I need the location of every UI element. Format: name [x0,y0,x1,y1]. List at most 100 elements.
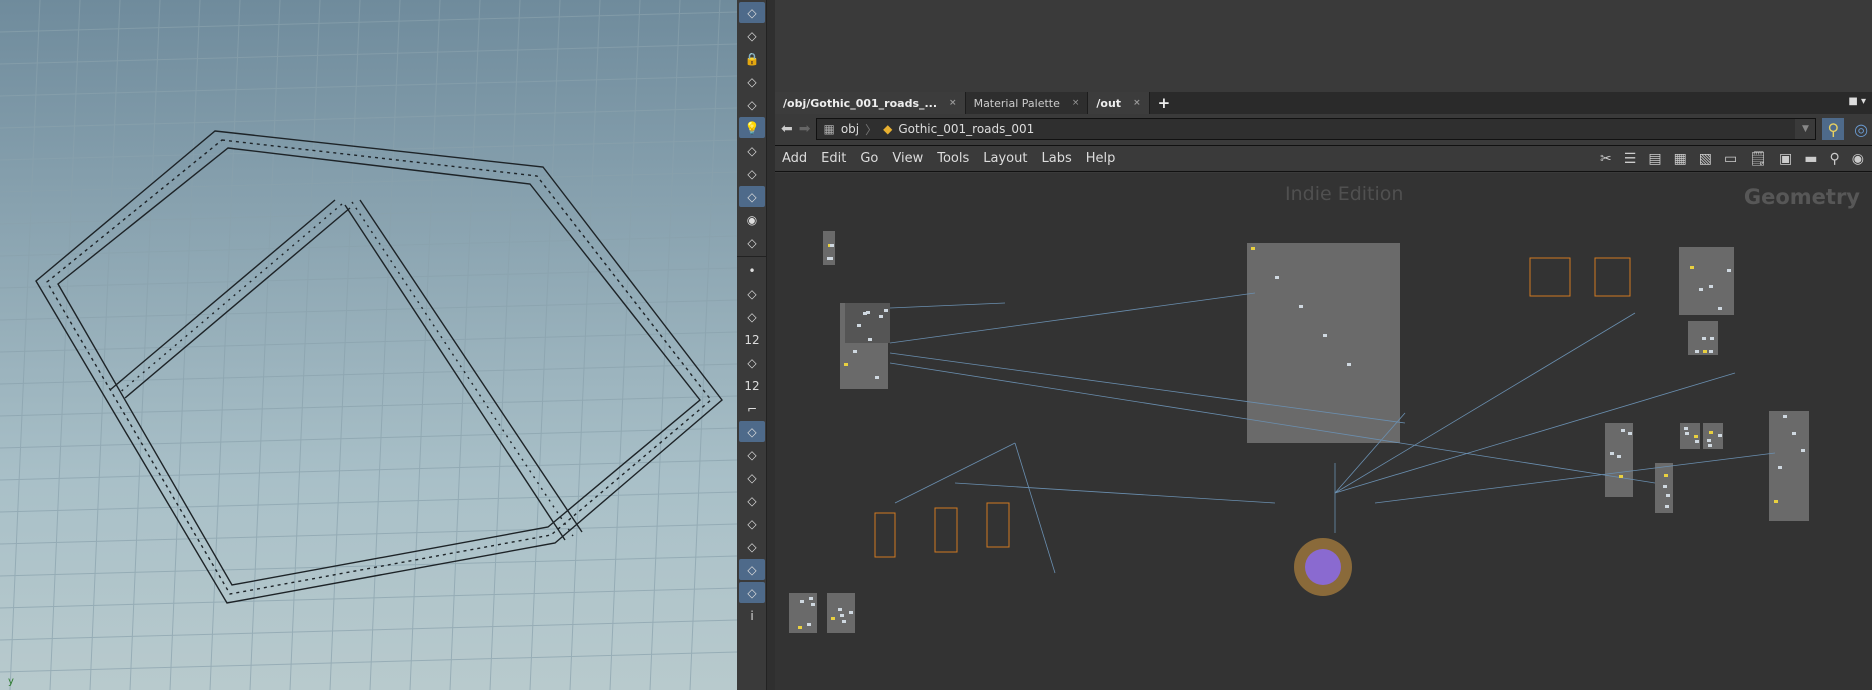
node[interactable] [829,257,833,260]
node[interactable] [1774,500,1778,503]
node[interactable] [884,309,888,312]
pin-icon[interactable]: ⚲ [1822,118,1845,140]
node[interactable] [849,611,853,614]
node[interactable] [800,600,804,603]
node[interactable] [1347,363,1351,366]
add-tab-button[interactable]: + [1150,92,1179,114]
node[interactable] [875,376,879,379]
node[interactable] [811,603,815,606]
tab-out[interactable]: /out × [1088,92,1150,114]
view-icon[interactable]: ◇ [739,2,765,23]
node[interactable] [1778,466,1782,469]
node[interactable] [798,626,802,629]
menu-help[interactable]: Help [1079,151,1123,166]
node-network[interactable]: Indie Edition Geometry [775,173,1872,690]
node[interactable] [1695,440,1699,443]
node[interactable] [838,608,842,611]
sphere-icon[interactable]: ◇ [739,94,765,115]
node[interactable] [1702,337,1706,340]
node[interactable] [1684,427,1688,430]
node[interactable] [1783,415,1787,418]
forward-arrow-icon[interactable]: ➡ [799,121,811,137]
node[interactable] [1703,350,1707,353]
node[interactable] [1709,285,1713,288]
color-palette-icon[interactable]: ▦ [1674,151,1687,167]
template-icon[interactable]: ◇ [739,467,765,488]
edge-icon[interactable]: ⌐ [739,398,765,419]
back-arrow-icon[interactable]: ⬅ [781,121,793,137]
path-dropdown-icon[interactable]: ▼ [1795,119,1816,139]
node[interactable] [807,623,811,626]
node[interactable] [1664,474,1668,477]
prim-normal-icon[interactable]: ◇ [739,421,765,442]
background-icon[interactable]: ◇ [739,536,765,557]
spot-light-icon[interactable]: ◇ [739,163,765,184]
menu-add[interactable]: Add [775,151,814,166]
prim-number-icon[interactable]: 12 [739,375,765,396]
node[interactable] [1695,350,1699,353]
origin-icon[interactable]: ◇ [739,513,765,534]
shaded-icon[interactable]: ◇ [739,186,765,207]
node[interactable] [809,597,813,600]
node[interactable] [1685,432,1689,435]
network-box[interactable] [845,303,890,343]
menu-edit[interactable]: Edit [814,151,853,166]
node[interactable] [868,338,872,341]
camera-icon[interactable]: ◉ [739,209,765,230]
menu-tools[interactable]: Tools [930,151,976,166]
3d-viewport[interactable]: y [0,0,737,690]
eye-icon[interactable]: ◉ [1852,151,1864,167]
uv-boundary-icon[interactable]: ◇ [739,490,765,511]
lock-icon[interactable]: 🔒 [739,48,765,69]
node[interactable] [830,244,834,247]
menu-go[interactable]: Go [853,151,885,166]
node[interactable] [1699,288,1703,291]
network-box[interactable] [1247,243,1400,443]
tab-material-palette[interactable]: Material Palette × [965,92,1089,114]
point-normal-icon[interactable]: ◇ [739,306,765,327]
node[interactable] [1707,439,1711,442]
menu-labs[interactable]: Labs [1034,151,1078,166]
geometry-view-icon[interactable]: ◇ [739,25,765,46]
node[interactable] [853,350,857,353]
camera-alt-icon[interactable]: ◇ [739,232,765,253]
prim-icon[interactable]: ◇ [739,352,765,373]
node[interactable] [1621,429,1625,432]
grid-icon[interactable]: ▧ [1699,151,1712,167]
node[interactable] [1708,444,1712,447]
node[interactable] [1709,431,1713,434]
tab-obj[interactable]: /obj/Gothic_001_roads_... × [775,92,966,114]
light-icon[interactable]: 💡 [739,117,765,138]
uv-icon[interactable]: ◇ [739,444,765,465]
node[interactable] [1275,276,1279,279]
ghost-icon[interactable]: ◇ [739,71,765,92]
point-number-icon[interactable]: 12 [739,329,765,350]
close-icon[interactable]: × [1072,98,1080,108]
node[interactable] [840,614,844,617]
node[interactable] [1663,485,1667,488]
node[interactable] [879,315,883,318]
menu-view[interactable]: View [885,151,930,166]
package-icon[interactable]: ▬ [1804,151,1817,167]
node[interactable] [1709,350,1713,353]
pane-splitter[interactable] [767,0,775,690]
node[interactable] [1718,434,1722,437]
close-icon[interactable]: × [949,98,957,108]
pin-icon[interactable]: ◇ [739,582,765,603]
sticky-note-icon[interactable]: 🗒 [1749,151,1767,167]
image-icon[interactable]: ◇ [739,559,765,580]
path-field[interactable]: ▦ obj 〉 ◆ Gothic_001_roads_001 ▼ [816,118,1817,140]
path-node[interactable]: Gothic_001_roads_001 [898,122,1034,136]
path-root[interactable]: obj [841,122,859,136]
node[interactable] [1299,305,1303,308]
point-icon[interactable]: • [739,260,765,281]
image-add-icon[interactable]: ▣ [1779,151,1792,167]
node[interactable] [1666,494,1670,497]
node[interactable] [842,620,846,623]
node[interactable] [1718,307,1722,310]
node[interactable] [1665,505,1669,508]
node[interactable] [1694,435,1698,438]
network-box[interactable] [1679,247,1734,315]
tools-icon[interactable]: ✂ [1600,151,1612,167]
pane-menu-button[interactable]: ■ ▾ [1848,96,1866,107]
